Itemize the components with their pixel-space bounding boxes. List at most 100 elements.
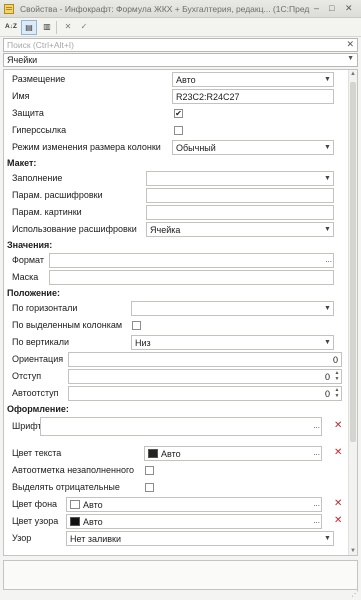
maximize-icon[interactable]: □ — [329, 3, 334, 13]
format-field[interactable]: ... — [49, 253, 334, 268]
cancel-icon[interactable]: ✕ — [60, 20, 76, 35]
resize-grip-icon[interactable]: ⋰ — [351, 589, 359, 598]
properties-panel: Размещение Авто ▼ Имя R23C2:R24C27 Защит… — [3, 69, 358, 556]
prop-label: По вертикали — [12, 337, 70, 347]
fill-select[interactable]: ▼ — [146, 171, 334, 186]
prop-label: Узор — [12, 533, 32, 543]
clear-back-color-icon[interactable]: ✕ — [334, 499, 342, 509]
prop-indent: Отступ 0 ▲ ▼ — [4, 368, 348, 385]
search-input[interactable]: Поиск (Ctrl+Alt+I) ✕ — [3, 38, 358, 52]
chevron-down-icon[interactable]: ▼ — [322, 302, 333, 315]
ellipsis-icon[interactable]: ... — [313, 499, 320, 508]
prop-label: Режим изменения размера колонки — [12, 142, 161, 152]
vertical-select[interactable]: Низ ▼ — [131, 335, 334, 350]
mask-field[interactable] — [49, 270, 334, 285]
placement-select[interactable]: Авто ▼ — [172, 72, 334, 87]
field-value: Низ — [135, 338, 151, 348]
horizontal-select[interactable]: ▼ — [131, 301, 334, 316]
group-layout[interactable]: Макет: — [7, 158, 36, 168]
chevron-down-icon[interactable]: ▼ — [322, 223, 333, 236]
prop-label: Гиперссылка — [12, 125, 67, 135]
prop-vertical: По вертикали Низ ▼ — [4, 334, 348, 351]
prop-label: Отступ — [12, 371, 42, 381]
clear-text-color-icon[interactable]: ✕ — [334, 448, 342, 458]
group-appearance[interactable]: Оформление: — [7, 404, 69, 414]
font-field[interactable]: ... — [40, 417, 322, 436]
decode-param-field[interactable] — [146, 188, 334, 203]
toolbar-separator — [56, 21, 57, 34]
clear-search-icon[interactable]: ✕ — [346, 39, 354, 50]
prop-label: Выделять отрицательные — [12, 482, 120, 492]
minimize-icon[interactable]: – — [314, 3, 319, 13]
text-color-field[interactable]: Авто ... — [144, 446, 322, 461]
field-value: Авто — [83, 500, 103, 510]
window-title: Свойства - Инфокрафт: Формула ЖКХ + Бухг… — [20, 4, 310, 14]
resize-mode-select[interactable]: Обычный ▼ — [172, 140, 334, 155]
prop-pattern: Узор Нет заливки ▼ — [4, 530, 348, 547]
prop-picture-param: Парам. картинки — [4, 204, 348, 221]
object-selector-value: Ячейки — [7, 55, 38, 65]
scroll-thumb[interactable] — [350, 82, 356, 442]
chevron-down-icon[interactable]: ▼ — [322, 532, 333, 545]
title-bar: Свойства - Инфокрафт: Формула ЖКХ + Бухг… — [0, 0, 361, 18]
sort-alpha-icon[interactable]: A↓Z — [3, 20, 19, 35]
prop-name: Имя R23C2:R24C27 — [4, 88, 348, 105]
prop-label: Маска — [12, 272, 39, 282]
categories-icon[interactable]: ▤ — [21, 20, 37, 35]
field-value: Авто — [83, 517, 103, 527]
auto-mark-empty-checkbox[interactable] — [145, 466, 154, 475]
scroll-up-icon[interactable]: ▲ — [350, 71, 356, 77]
ellipsis-icon[interactable]: ... — [313, 448, 320, 457]
chevron-down-icon[interactable]: ▼ — [322, 141, 333, 154]
highlight-negative-checkbox[interactable] — [145, 483, 154, 492]
decode-usage-select[interactable]: Ячейка ▼ — [146, 222, 334, 237]
prop-resize-mode: Режим изменения размера колонки Обычный … — [4, 139, 348, 156]
name-field[interactable]: R23C2:R24C27 — [172, 89, 334, 104]
orientation-field[interactable]: 0 — [68, 352, 342, 367]
back-color-field[interactable]: Авто ... — [66, 497, 322, 512]
clear-font-icon[interactable]: ✕ — [334, 421, 342, 431]
chevron-down-icon[interactable]: ▼ — [322, 172, 333, 185]
chevron-down-icon[interactable]: ▼ — [322, 336, 333, 349]
prop-label: Автоотступ — [12, 388, 59, 398]
object-selector[interactable]: Ячейки ▼ — [3, 53, 358, 67]
field-value: Обычный — [176, 143, 216, 153]
prop-hyperlink: Гиперссылка — [4, 122, 348, 139]
search-placeholder: Поиск (Ctrl+Alt+I) — [7, 40, 75, 50]
auto-indent-field[interactable]: 0 ▲ ▼ — [68, 386, 342, 401]
prop-label: Использование расшифровки — [12, 224, 137, 234]
confirm-icon[interactable]: ✓ — [76, 20, 92, 35]
field-value: 0 — [324, 372, 330, 382]
indent-field[interactable]: 0 ▲ ▼ — [68, 369, 342, 384]
pattern-select[interactable]: Нет заливки ▼ — [66, 531, 334, 546]
pages-icon[interactable]: ▥ — [39, 20, 55, 35]
properties-toolbar: A↓Z ▤ ▥ ✕ ✓ — [0, 18, 361, 37]
ellipsis-icon[interactable]: ... — [313, 516, 320, 525]
pattern-color-field[interactable]: Авто ... — [66, 514, 322, 529]
prop-selected-columns: По выделенным колонкам — [4, 317, 348, 334]
selected-columns-checkbox[interactable] — [132, 321, 141, 330]
chevron-down-icon[interactable]: ▼ — [322, 73, 333, 86]
prop-fill: Заполнение ▼ — [4, 170, 348, 187]
prop-auto-indent: Автоотступ 0 ▲ ▼ — [4, 385, 348, 402]
hyperlink-checkbox[interactable] — [174, 126, 183, 135]
scroll-down-icon[interactable]: ▼ — [350, 548, 356, 554]
group-values[interactable]: Значения: — [7, 240, 52, 250]
prop-highlight-negative: Выделять отрицательные — [4, 479, 348, 496]
prop-label: По выделенным колонкам — [12, 320, 123, 330]
prop-placement: Размещение Авто ▼ — [4, 71, 348, 88]
spin-updown-icon[interactable]: ▲ ▼ — [333, 370, 341, 383]
spin-updown-icon[interactable]: ▲ ▼ — [333, 387, 341, 400]
chevron-down-icon[interactable]: ▼ — [347, 55, 354, 62]
ellipsis-icon[interactable]: ... — [313, 421, 320, 430]
group-position[interactable]: Положение: — [7, 288, 60, 298]
prop-decode-param: Парам. расшифровки — [4, 187, 348, 204]
ellipsis-icon[interactable]: ... — [325, 255, 332, 264]
clear-pattern-color-icon[interactable]: ✕ — [334, 516, 342, 526]
vertical-scrollbar[interactable]: ▲ ▼ — [348, 70, 357, 555]
prop-label: По горизонтали — [12, 303, 78, 313]
app-icon — [4, 4, 14, 14]
protection-checkbox[interactable]: ✔ — [174, 109, 183, 118]
close-window-icon[interactable]: ✕ — [345, 3, 353, 14]
picture-param-field[interactable] — [146, 205, 334, 220]
